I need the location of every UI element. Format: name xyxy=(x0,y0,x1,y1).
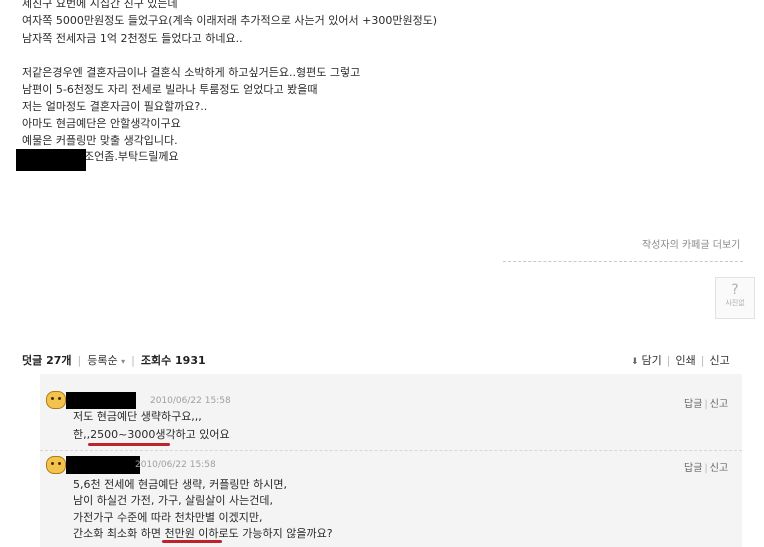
separator: | xyxy=(700,354,705,367)
comment-text: 남이 하실건 가전, 가구, 살림살이 사는건데, xyxy=(73,494,274,507)
redaction-block xyxy=(16,149,86,171)
comment-actions: 답글 | 신고 xyxy=(684,459,728,474)
reply-button[interactable]: 답글 xyxy=(684,399,702,410)
separator: | xyxy=(131,354,135,367)
post-line: 제친구 요번에 시집간 친구 있는데 xyxy=(22,0,178,10)
comment-date: 2010/06/22 15:58 xyxy=(150,396,231,406)
comment-actions: 답글 | 신고 xyxy=(684,395,728,410)
question-button[interactable]: ? 사진없 xyxy=(715,277,755,319)
report-button[interactable]: 신고 xyxy=(709,354,729,367)
avatar xyxy=(46,456,66,474)
comment-text: 가전가구 수준에 따라 천차만별 이겠지만, xyxy=(73,511,263,524)
comment-date: 2010/06/22 15:58 xyxy=(135,460,216,470)
divider xyxy=(503,261,743,262)
comment-text: 5,6천 전세에 현금예단 생략, 커플링만 하시면, xyxy=(73,478,288,491)
sort-dropdown[interactable]: 등록순 ▾ xyxy=(87,354,125,367)
print-button[interactable]: 인쇄 xyxy=(676,354,696,367)
post-line: 여자쪽 5000만원정도 들었구요(계속 이래저래 추가적으로 사는거 있어서 … xyxy=(22,14,438,27)
post-line: 남편이 5-6천정도 자리 전세로 빌라나 투룸정도 얻었다고 봤을때 xyxy=(22,83,318,96)
separator: | xyxy=(704,399,708,410)
avatar xyxy=(46,391,66,409)
red-underline-mark xyxy=(88,443,170,446)
question-label: 사진없 xyxy=(725,299,745,307)
comment-text: 간소화 최소화 하면 천만원 이하로도 가능하지 않을까요? xyxy=(73,527,333,540)
post-line: 예물은 커플링만 맞출 생각입니다. xyxy=(22,134,178,147)
post-line: 아마도 현금예단은 안할생각이구요 xyxy=(22,117,181,130)
download-icon: ⬇ xyxy=(631,357,639,367)
sort-label: 등록순 xyxy=(87,354,118,367)
comment-divider xyxy=(40,450,742,451)
post-line: 조언좀.부탁드릴께요 xyxy=(84,150,179,163)
comment-text: 한,,2500~3000생각하고 있어요 xyxy=(73,428,230,441)
post-line: 남자쪽 전세자금 1억 2천정도 들었다고 하네요.. xyxy=(22,32,243,45)
redaction-block xyxy=(66,456,140,474)
report-button[interactable]: 신고 xyxy=(710,399,728,410)
post-actions: ⬇ 담기 | 인쇄 | 신고 xyxy=(631,352,730,371)
comment-text: 저도 현금예단 생략하구요,,, xyxy=(73,410,202,423)
reply-button[interactable]: 답글 xyxy=(684,463,702,474)
view-count: 조회수 1931 xyxy=(140,354,206,367)
post-line: 저같은경우엔 결혼자금이나 결혼식 소박하게 하고싶거든요..형편도 그렇고 xyxy=(22,66,361,79)
separator: | xyxy=(704,463,708,474)
separator: | xyxy=(666,354,671,367)
red-underline-mark xyxy=(162,540,222,543)
save-button[interactable]: ⬇ 담기 xyxy=(631,354,662,367)
question-icon: ? xyxy=(731,282,739,298)
save-label: 담기 xyxy=(641,354,662,367)
separator: | xyxy=(77,354,82,367)
report-button[interactable]: 신고 xyxy=(710,463,728,474)
redaction-block xyxy=(66,392,136,409)
post-line: 저는 얼마정도 결혼자금이 필요할까요?.. xyxy=(22,100,208,113)
comment-count: 덧글 27개 xyxy=(22,354,72,367)
author-more-posts-link[interactable]: 작성자의 카페글 더보기 xyxy=(642,236,740,251)
